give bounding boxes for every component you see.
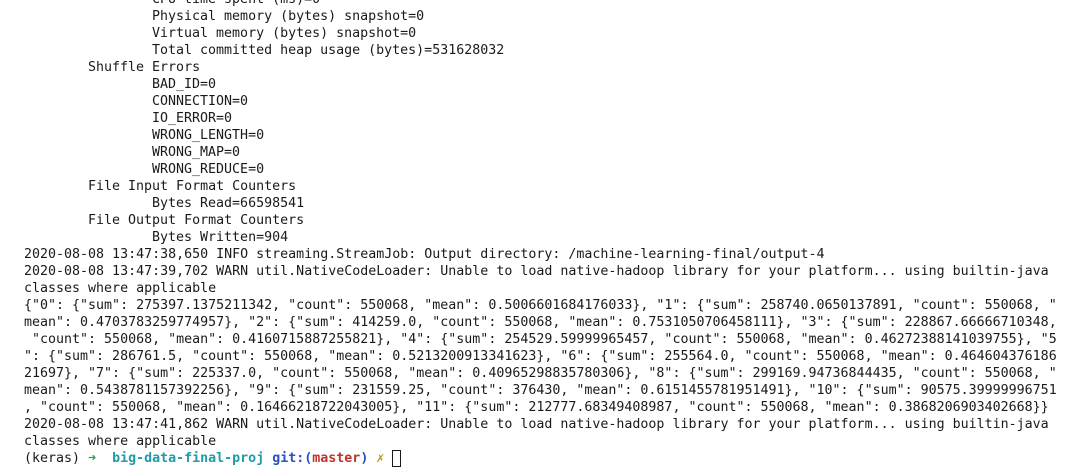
output-line: WRONG_REDUCE=0 <box>152 162 265 177</box>
output-line: WRONG_MAP=0 <box>152 145 241 160</box>
output-line: 2020-08-08 13:47:41,862 WARN util.Native… <box>24 417 1049 432</box>
output-line: Virtual memory (bytes) snapshot=0 <box>152 26 417 41</box>
output-line: "count": 550068, "mean": 0.4160715887255… <box>24 332 1057 347</box>
output-line: ": {"sum": 286761.5, "count": 550068, "m… <box>24 349 1057 364</box>
output-line: 21697}, "7": {"sum": 225337.0, "count": … <box>24 366 1057 381</box>
output-line: classes where applicable <box>24 434 217 449</box>
output-line: File Input Format Counters <box>88 179 297 194</box>
git-label: git: <box>272 451 305 466</box>
output-line: WRONG_LENGTH=0 <box>152 128 265 143</box>
terminal-window[interactable]: CPU time spent (ms)=0Physical memory (by… <box>0 0 1067 467</box>
output-line: File Output Format Counters <box>88 213 305 228</box>
output-line: 2020-08-08 13:47:39,702 WARN util.Native… <box>24 264 1049 279</box>
git-dirty-icon: ✗ <box>376 451 385 466</box>
output-line: BAD_ID=0 <box>152 77 217 92</box>
git-paren-open: ( <box>304 451 313 466</box>
current-directory: big-data-final-proj <box>112 451 265 466</box>
prompt-arrow-icon: ➜ <box>88 451 97 466</box>
output-line: {"0": {"sum": 275397.1375211342, "count"… <box>24 298 1057 313</box>
output-line: Bytes Written=904 <box>152 230 289 245</box>
output-line: CONNECTION=0 <box>152 94 249 109</box>
conda-env: (keras) <box>24 451 81 466</box>
git-branch: master <box>312 451 361 466</box>
output-line: 2020-08-08 13:47:38,650 INFO streaming.S… <box>24 247 825 262</box>
output-line: classes where applicable <box>24 281 217 296</box>
output-line: Shuffle Errors <box>88 60 201 75</box>
shell-prompt[interactable]: (keras) ➜ big-data-final-proj git:(maste… <box>0 450 1067 467</box>
git-paren-close: ) <box>360 451 369 466</box>
text-cursor[interactable] <box>392 450 402 467</box>
output-line: Total committed heap usage (bytes)=53162… <box>152 43 505 58</box>
output-line: IO_ERROR=0 <box>152 111 233 126</box>
output-line: mean": 0.4703783259774957}, "2": {"sum":… <box>24 315 1057 330</box>
output-line: Physical memory (bytes) snapshot=0 <box>152 9 425 24</box>
terminal-output: CPU time spent (ms)=0Physical memory (by… <box>0 0 1067 450</box>
output-line: , "count": 550068, "mean": 0.16466218722… <box>24 400 1049 415</box>
output-line: mean": 0.5438781157392256}, "9": {"sum":… <box>24 383 1057 398</box>
output-line: Bytes Read=66598541 <box>152 196 305 211</box>
output-line: CPU time spent (ms)=0 <box>0 0 1067 8</box>
